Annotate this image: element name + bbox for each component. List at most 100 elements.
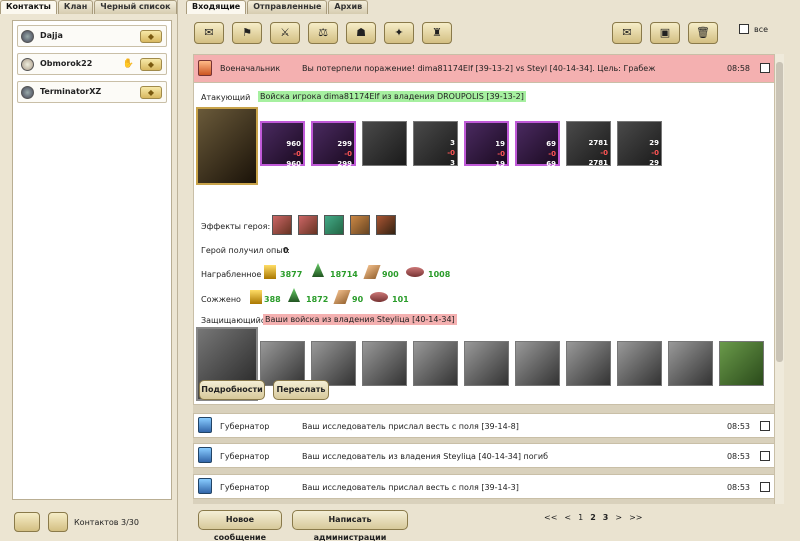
trade-icon[interactable]: ⚖ <box>308 22 338 44</box>
unit-count: 2781 <box>588 159 608 167</box>
hero-effect-icon[interactable] <box>376 215 396 235</box>
page-3-current[interactable]: 3 <box>603 513 609 522</box>
tab-clan[interactable]: Клан <box>57 0 94 14</box>
burned-gold: 388 <box>264 295 281 304</box>
new-message-button[interactable]: Новое сообщение <box>198 510 282 541</box>
message-scrollbar[interactable] <box>774 54 784 504</box>
select-all-label: все <box>754 25 769 34</box>
looted-ore: 1008 <box>428 270 451 279</box>
hero-effect-icon[interactable] <box>298 215 318 235</box>
tab-sent[interactable]: Отправленные <box>247 0 328 14</box>
unit-count: 2781 <box>588 139 608 147</box>
attacker-hero-portrait[interactable] <box>196 107 258 185</box>
contact-item[interactable]: Obmorok22 ✋ ◆ <box>17 53 167 75</box>
attacker-unit-card[interactable]: 3 -0 3 <box>413 121 458 167</box>
message-header[interactable]: Губернатор Ваш исследователь прислал вес… <box>194 475 776 502</box>
message-checkbox[interactable] <box>760 451 770 461</box>
mark-read-icon[interactable]: ✉ <box>612 22 642 44</box>
message-checkbox[interactable] <box>760 63 770 73</box>
unit-count: -0 <box>651 149 659 157</box>
tab-contacts[interactable]: Контакты <box>0 0 57 14</box>
tab-archive[interactable]: Архив <box>328 0 369 14</box>
message-header[interactable]: Военачальник Вы потерпели поражение! dim… <box>194 55 776 82</box>
message-header[interactable]: Губернатор Ваш исследователь из владения… <box>194 444 776 471</box>
unit-count: 29 <box>649 159 659 167</box>
defender-unit-card[interactable] <box>515 341 560 386</box>
messages-panel: Входящие Отправленные Архив ✉ ⚑ ⚔ ⚖ ☗ ✦ … <box>186 0 800 541</box>
attacker-unit-card[interactable]: 2781 -0 2781 <box>566 121 611 167</box>
wood-icon <box>312 263 324 277</box>
message-checkbox[interactable] <box>760 482 770 492</box>
contact-list: Dajja ◆ Obmorok22 ✋ ◆ TerminatorXZ ◆ <box>12 20 172 500</box>
message-item[interactable]: Военачальник Вы потерпели поражение! dim… <box>193 54 777 405</box>
defender-unit-card[interactable] <box>566 341 611 386</box>
defender-tree-unit-card[interactable] <box>719 341 764 386</box>
archive-icon[interactable]: ▣ <box>650 22 680 44</box>
add-contact-button[interactable] <box>14 512 40 532</box>
message-header[interactable]: Губернатор Ваш исследователь прислал вес… <box>194 414 776 441</box>
looted-label: Награбленное <box>201 270 262 279</box>
page-last[interactable]: >> <box>629 513 642 522</box>
tab-inbox[interactable]: Входящие <box>186 0 247 14</box>
attacker-unit-card[interactable]: 960 -0 960 <box>260 121 305 168</box>
governor-icon[interactable]: ⚑ <box>232 22 262 44</box>
defender-unit-card[interactable] <box>617 341 662 386</box>
attacker-unit-card[interactable]: 19 -0 19 <box>464 121 509 168</box>
attacker-unit-card[interactable]: 29 -0 29 <box>617 121 662 167</box>
ore-icon <box>406 267 424 277</box>
tab-blacklist[interactable]: Черный список <box>94 0 177 14</box>
delete-icon[interactable]: 🗑 <box>688 22 718 44</box>
page-next[interactable]: > <box>615 513 622 522</box>
gold-button-icon[interactable]: ◆ <box>140 58 162 71</box>
scrollbar-thumb[interactable] <box>776 62 783 362</box>
hero-effect-icon[interactable] <box>324 215 344 235</box>
contact-item[interactable]: Dajja ◆ <box>17 25 167 47</box>
burned-label: Сожжено <box>201 295 241 304</box>
burned-wood: 1872 <box>306 295 329 304</box>
wood-icon <box>288 288 300 302</box>
eagle-icon[interactable]: ✦ <box>384 22 414 44</box>
battle-icon[interactable]: ⚔ <box>270 22 300 44</box>
select-all-checkbox[interactable] <box>739 24 749 34</box>
message-checkbox[interactable] <box>760 421 770 431</box>
gold-button-icon[interactable]: ◆ <box>140 86 162 99</box>
forward-button[interactable]: Переслать <box>273 380 329 400</box>
defender-unit-card[interactable] <box>464 341 509 386</box>
gold-button-icon[interactable]: ◆ <box>140 30 162 43</box>
scroll-icon[interactable]: ✉ <box>194 22 224 44</box>
message-item[interactable]: Губернатор Ваш исследователь прислал вес… <box>193 474 777 499</box>
hero-effect-icon[interactable] <box>350 215 370 235</box>
remove-contact-button[interactable] <box>48 512 68 532</box>
message-item[interactable]: Губернатор Ваш исследователь прислал вес… <box>193 413 777 438</box>
page-1[interactable]: 1 <box>578 513 583 522</box>
attacker-unit-card[interactable]: 69 -0 69 <box>515 121 560 168</box>
message-sender: Губернатор <box>220 483 270 492</box>
message-sender: Губернатор <box>220 452 270 461</box>
message-item[interactable]: Губернатор Ваш исследователь из владения… <box>193 443 777 468</box>
contacts-panel: Контакты Клан Черный список Dajja ◆ Obmo… <box>0 0 178 541</box>
details-button[interactable]: Подробности <box>199 380 265 400</box>
exp-value: 0 <box>283 246 289 255</box>
alliance-icon[interactable]: ☗ <box>346 22 376 44</box>
contact-item[interactable]: TerminatorXZ ◆ <box>17 81 167 103</box>
message-toolbar: ✉ ⚑ ⚔ ⚖ ☗ ✦ ♜ ✉ ▣ 🗑 все <box>194 22 794 48</box>
looted-wood: 18714 <box>330 270 358 279</box>
defender-unit-card[interactable] <box>362 341 407 386</box>
page-prev[interactable]: < <box>564 513 571 522</box>
attacker-unit-card[interactable] <box>362 121 407 166</box>
message-time: 08:58 <box>726 64 750 73</box>
message-subject: Ваш исследователь прислал весть с поля [… <box>302 422 519 431</box>
hero-effect-icon[interactable] <box>272 215 292 235</box>
defender-unit-card[interactable] <box>668 341 713 386</box>
defender-unit-card[interactable] <box>413 341 458 386</box>
unit-count: 960 <box>286 160 301 168</box>
page-2[interactable]: 2 <box>590 513 596 522</box>
castle-icon[interactable]: ♜ <box>422 22 452 44</box>
contacts-count: Контактов 3/30 <box>74 518 139 527</box>
gold-icon <box>250 290 262 304</box>
unit-count: 69 <box>546 160 556 168</box>
attacker-unit-card[interactable]: 299 -0 299 <box>311 121 356 168</box>
write-admin-button[interactable]: Написать администрации <box>292 510 408 541</box>
page-first[interactable]: << <box>544 513 557 522</box>
unit-count: 299 <box>337 140 352 148</box>
